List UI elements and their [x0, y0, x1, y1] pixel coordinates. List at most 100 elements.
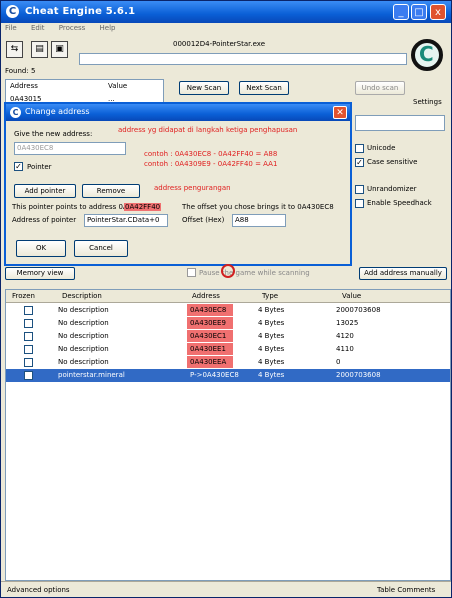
unicode-checkbox[interactable] — [355, 144, 364, 153]
results-header-address: Address — [10, 82, 38, 90]
row-type: 4 Bytes — [258, 345, 285, 353]
ok-button[interactable]: OK — [16, 240, 66, 257]
table-row[interactable]: No description 0A430EE1 4 Bytes 4110 — [6, 343, 450, 356]
points-to-highlight: 0A42FF40 — [124, 203, 162, 211]
found-count: Found: 5 — [5, 67, 36, 75]
results-header-value: Value — [108, 82, 128, 90]
window-title: Cheat Engine 5.6.1 — [25, 6, 136, 17]
frozen-checkbox[interactable] — [24, 345, 33, 354]
row-address: 0A430EEA — [190, 358, 227, 366]
pause-checkbox[interactable] — [187, 268, 196, 277]
maximize-button[interactable]: □ — [411, 4, 427, 20]
unrandomizer-label: Unrandomizer — [367, 185, 417, 193]
note-example-1: contoh : 0A430EC8 - 0A42FF40 = A88 — [144, 150, 278, 158]
table-comments-link[interactable]: Table Comments — [377, 586, 435, 594]
minimize-button[interactable]: _ — [393, 4, 409, 20]
header-value[interactable]: Value — [342, 292, 361, 300]
pointer-checkbox[interactable]: ✓ — [14, 162, 23, 171]
address-of-pointer-label: Address of pointer — [12, 216, 77, 224]
speedhack-label: Enable Speedhack — [367, 199, 432, 207]
menu-bar: File Edit Process Help — [3, 23, 449, 37]
close-button[interactable]: x — [430, 4, 446, 20]
offset-info: The offset you chose brings it to 0A430E… — [182, 203, 334, 211]
case-sensitive-checkbox[interactable]: ✓ — [355, 158, 364, 167]
row-value: 2000703608 — [336, 371, 381, 379]
advanced-options-link[interactable]: Advanced options — [7, 586, 70, 594]
row-address: 0A430EE1 — [190, 345, 226, 353]
frozen-checkbox[interactable] — [24, 358, 33, 367]
note-subtraction: address pengurangan — [154, 184, 231, 192]
row-address: 0A430EC1 — [190, 332, 227, 340]
cancel-button[interactable]: Cancel — [74, 240, 128, 257]
pointer-label: Pointer — [27, 163, 52, 171]
add-pointer-button[interactable]: Add pointer — [14, 184, 76, 198]
row-type: 4 Bytes — [258, 371, 285, 379]
cheat-engine-logo[interactable]: C — [409, 37, 447, 89]
row-description: No description — [58, 306, 109, 314]
menu-edit[interactable]: Edit — [29, 23, 47, 33]
address-table-header: Frozen Description Address Type Value — [6, 290, 450, 303]
row-description: No description — [58, 345, 109, 353]
row-type: 4 Bytes — [258, 332, 285, 340]
frozen-checkbox[interactable] — [24, 371, 33, 380]
address-of-pointer-input[interactable]: PointerStar.CData+0 — [84, 214, 168, 227]
row-value: 4120 — [336, 332, 354, 340]
row-value: 2000703608 — [336, 306, 381, 314]
cheat-engine-window: C Cheat Engine 5.6.1 _ □ x File Edit Pro… — [0, 0, 452, 598]
case-sensitive-label: Case sensitive — [367, 158, 418, 166]
row-value: 4110 — [336, 345, 354, 353]
table-row[interactable]: No description 0A430EE9 4 Bytes 13025 — [6, 317, 450, 330]
remove-button[interactable]: Remove — [82, 184, 140, 198]
status-bar: Advanced options Table Comments — [1, 581, 451, 598]
menu-file[interactable]: File — [3, 23, 19, 33]
row-description: No description — [58, 332, 109, 340]
row-type: 4 Bytes — [258, 358, 285, 366]
speedhack-checkbox[interactable] — [355, 199, 364, 208]
scan-value-input[interactable] — [355, 115, 445, 131]
table-row[interactable]: No description 0A430EEA 4 Bytes 0 — [6, 356, 450, 369]
address-input[interactable]: 0A430EC8 — [14, 142, 126, 155]
row-address: 0A430EE9 — [190, 319, 226, 327]
menu-process[interactable]: Process — [57, 23, 88, 33]
process-name: 000012D4-PointerStar.exe — [173, 40, 266, 48]
dialog-title-bar: C Change address ✕ — [6, 104, 350, 121]
new-scan-button[interactable]: New Scan — [179, 81, 229, 95]
menu-help[interactable]: Help — [98, 23, 118, 33]
change-address-dialog: C Change address ✕ Give the new address:… — [4, 102, 352, 266]
undo-scan-button[interactable]: Undo scan — [355, 81, 405, 95]
row-type: 4 Bytes — [258, 319, 285, 327]
frozen-checkbox[interactable] — [24, 319, 33, 328]
note-address-from-step: address yg didapat di langkah ketiga pen… — [118, 126, 298, 134]
settings-link[interactable]: Settings — [413, 98, 442, 106]
open-folder-icon[interactable]: ▤ — [31, 41, 48, 58]
row-description: No description — [58, 358, 109, 366]
memory-view-button[interactable]: Memory view — [5, 267, 75, 280]
no-entry-icon — [221, 264, 235, 278]
add-address-manually-button[interactable]: Add address manually — [359, 267, 447, 280]
header-type[interactable]: Type — [262, 292, 278, 300]
header-description[interactable]: Description — [62, 292, 102, 300]
table-row[interactable]: No description 0A430EC8 4 Bytes 20007036… — [6, 304, 450, 317]
table-row[interactable]: No description 0A430EC1 4 Bytes 4120 — [6, 330, 450, 343]
frozen-checkbox[interactable] — [24, 332, 33, 341]
row-type: 4 Bytes — [258, 306, 285, 314]
save-icon[interactable]: ▣ — [51, 41, 68, 58]
dialog-title: Change address — [25, 107, 90, 116]
row-description: pointerstar.mineral — [58, 371, 125, 379]
dialog-close-button[interactable]: ✕ — [333, 106, 347, 119]
header-frozen[interactable]: Frozen — [12, 292, 35, 300]
give-address-label: Give the new address: — [14, 130, 93, 138]
next-scan-button[interactable]: Next Scan — [239, 81, 289, 95]
scan-progress-bar — [79, 53, 407, 65]
row-description: No description — [58, 319, 109, 327]
unrandomizer-checkbox[interactable] — [355, 185, 364, 194]
table-row-selected[interactable]: pointerstar.mineral P->0A430EC8 4 Bytes … — [6, 369, 450, 382]
select-process-icon[interactable]: ⇆ — [6, 41, 23, 58]
cheat-engine-icon: C — [6, 5, 19, 18]
address-table[interactable]: Frozen Description Address Type Value No… — [5, 289, 451, 581]
frozen-checkbox[interactable] — [24, 306, 33, 315]
row-address: P->0A430EC8 — [190, 371, 239, 379]
offset-input[interactable]: A88 — [232, 214, 286, 227]
header-address[interactable]: Address — [192, 292, 220, 300]
pause-label: Pause the game while scanning — [199, 269, 310, 277]
